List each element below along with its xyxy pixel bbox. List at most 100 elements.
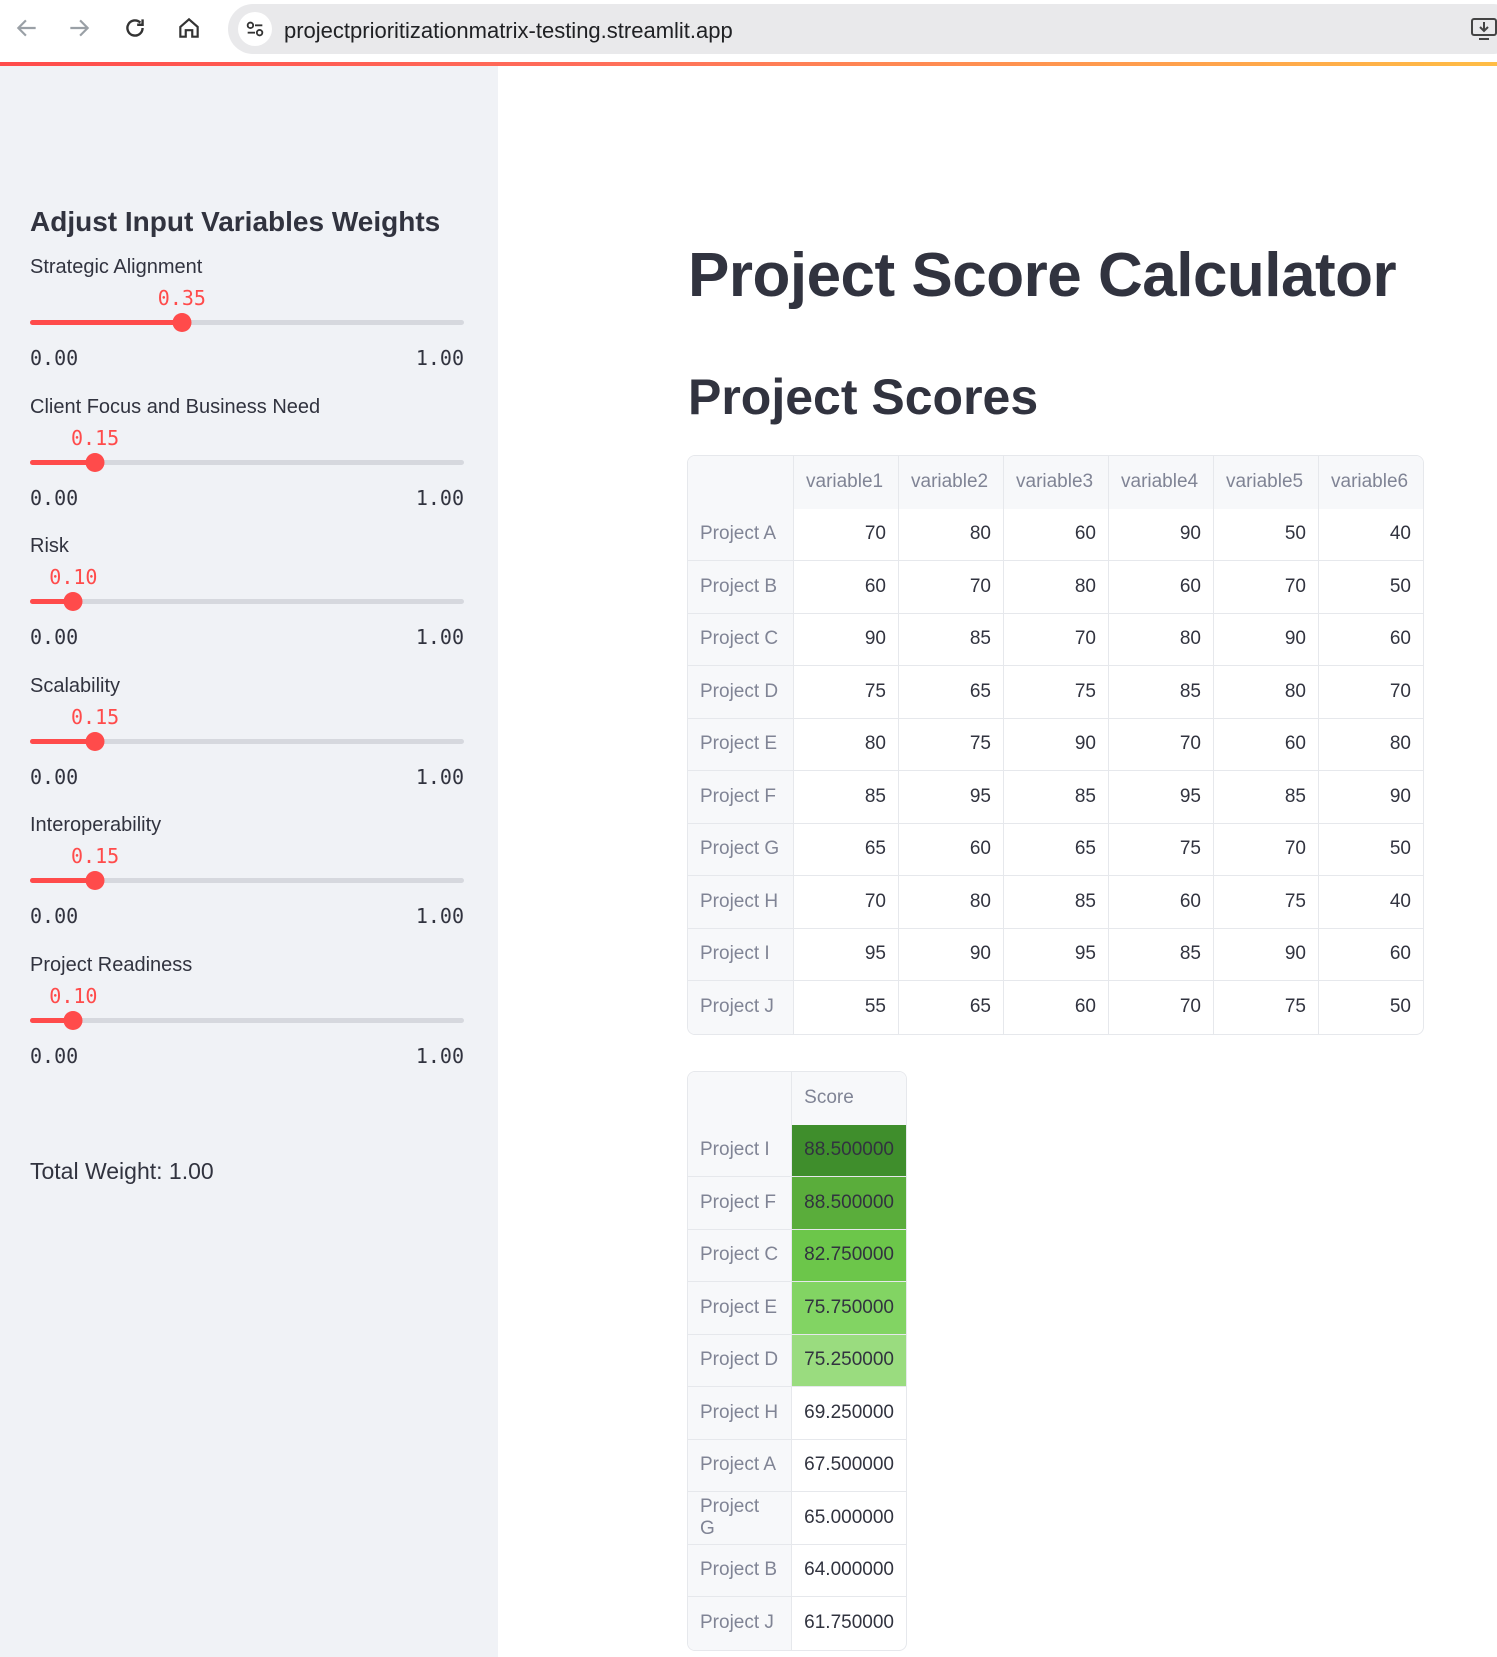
table-cell[interactable]: 60 bbox=[1109, 561, 1214, 614]
table-cell[interactable]: 75 bbox=[794, 666, 899, 719]
slider-track[interactable] bbox=[30, 1018, 464, 1023]
slider-thumb[interactable] bbox=[63, 592, 83, 611]
slider-thumb[interactable] bbox=[85, 453, 105, 472]
score-cell[interactable]: 65.000000 bbox=[792, 1492, 906, 1545]
table-cell[interactable]: 70 bbox=[1214, 561, 1319, 614]
table-cell[interactable]: 70 bbox=[794, 508, 899, 561]
table-cell[interactable]: 80 bbox=[899, 508, 1004, 561]
column-header[interactable]: variable5 bbox=[1214, 456, 1319, 509]
table-cell[interactable]: 95 bbox=[1109, 771, 1214, 824]
table-cell[interactable]: 90 bbox=[1214, 613, 1319, 666]
weight-slider[interactable]: Strategic Alignment 0.35 0.00 1.00 bbox=[30, 256, 464, 376]
weight-slider[interactable]: Interoperability 0.15 0.00 1.00 bbox=[30, 814, 464, 934]
table-cell[interactable]: 65 bbox=[794, 823, 899, 876]
table-cell[interactable]: 40 bbox=[1319, 876, 1423, 929]
index-header[interactable] bbox=[688, 1072, 793, 1125]
table-cell[interactable]: 75 bbox=[1109, 823, 1214, 876]
table-cell[interactable]: 70 bbox=[1109, 718, 1214, 771]
slider-thumb[interactable] bbox=[63, 1011, 83, 1030]
table-cell[interactable]: 75 bbox=[1214, 981, 1319, 1034]
table-cell[interactable]: 95 bbox=[1004, 928, 1109, 981]
score-header[interactable]: Score bbox=[792, 1072, 906, 1125]
table-cell[interactable]: 95 bbox=[794, 928, 899, 981]
score-cell[interactable]: 88.500000 bbox=[792, 1124, 906, 1177]
table-cell[interactable]: 70 bbox=[1109, 981, 1214, 1034]
table-cell[interactable]: 70 bbox=[1319, 666, 1423, 719]
table-cell[interactable]: 90 bbox=[899, 928, 1004, 981]
forward-button[interactable] bbox=[61, 10, 97, 46]
table-cell[interactable]: 80 bbox=[1319, 719, 1423, 771]
score-cell[interactable]: 75.750000 bbox=[792, 1282, 906, 1335]
table-cell[interactable]: 60 bbox=[1319, 614, 1423, 666]
table-cell[interactable]: 70 bbox=[794, 876, 899, 929]
slider-thumb[interactable] bbox=[85, 871, 105, 890]
table-cell[interactable]: 40 bbox=[1319, 509, 1423, 561]
column-header[interactable]: variable3 bbox=[1004, 456, 1109, 509]
column-header[interactable]: variable1 bbox=[794, 456, 899, 509]
weight-slider[interactable]: Risk 0.10 0.00 1.00 bbox=[30, 535, 464, 655]
table-cell[interactable]: 95 bbox=[899, 771, 1004, 824]
back-button[interactable] bbox=[9, 10, 45, 46]
table-cell[interactable]: 60 bbox=[1004, 981, 1109, 1034]
table-cell[interactable]: 50 bbox=[1214, 508, 1319, 561]
table-cell[interactable]: 75 bbox=[1214, 876, 1319, 929]
site-info-button[interactable] bbox=[238, 12, 272, 46]
table-cell[interactable]: 65 bbox=[899, 666, 1004, 719]
table-cell[interactable]: 85 bbox=[1109, 928, 1214, 981]
home-button[interactable] bbox=[171, 10, 207, 46]
table-cell[interactable]: 80 bbox=[1004, 561, 1109, 614]
table-cell[interactable]: 80 bbox=[794, 718, 899, 771]
table-cell[interactable]: 70 bbox=[1214, 823, 1319, 876]
table-cell[interactable]: 60 bbox=[794, 561, 899, 614]
table-cell[interactable]: 90 bbox=[1109, 508, 1214, 561]
table-cell[interactable]: 80 bbox=[1214, 666, 1319, 719]
column-header[interactable]: variable4 bbox=[1109, 456, 1214, 509]
table-cell[interactable]: 60 bbox=[1004, 508, 1109, 561]
variables-table[interactable]: variable1 variable2 variable3 variable4 vari… bbox=[687, 455, 1424, 1035]
table-cell[interactable]: 85 bbox=[1109, 666, 1214, 719]
table-cell[interactable]: 90 bbox=[1214, 928, 1319, 981]
table-cell[interactable]: 50 bbox=[1319, 561, 1423, 614]
slider-track[interactable] bbox=[30, 320, 464, 325]
table-cell[interactable]: 55 bbox=[794, 981, 899, 1034]
table-cell[interactable]: 70 bbox=[899, 561, 1004, 614]
table-cell[interactable]: 90 bbox=[794, 613, 899, 666]
reload-button[interactable] bbox=[117, 10, 153, 46]
index-header[interactable] bbox=[688, 456, 794, 509]
table-cell[interactable]: 50 bbox=[1319, 981, 1423, 1034]
score-cell[interactable]: 67.500000 bbox=[792, 1440, 906, 1492]
table-cell[interactable]: 75 bbox=[1004, 666, 1109, 719]
weight-slider[interactable]: Scalability 0.15 0.00 1.00 bbox=[30, 675, 464, 795]
slider-thumb[interactable] bbox=[172, 313, 192, 332]
slider-thumb[interactable] bbox=[85, 732, 105, 751]
url-text[interactable]: projectprioritizationmatrix-testing.stre… bbox=[284, 18, 733, 44]
table-cell[interactable]: 60 bbox=[899, 823, 1004, 876]
score-table[interactable]: Score Project I 88.500000 Project F 88.5000… bbox=[687, 1071, 907, 1651]
table-cell[interactable]: 60 bbox=[1109, 876, 1214, 929]
slider-track[interactable] bbox=[30, 599, 464, 604]
table-cell[interactable]: 65 bbox=[1004, 823, 1109, 876]
score-cell[interactable]: 88.500000 bbox=[792, 1177, 906, 1230]
score-cell[interactable]: 64.000000 bbox=[792, 1545, 906, 1597]
column-header[interactable]: variable2 bbox=[899, 456, 1004, 509]
weight-slider[interactable]: Client Focus and Business Need 0.15 0.00 1.… bbox=[30, 396, 464, 516]
table-cell[interactable]: 50 bbox=[1319, 824, 1423, 876]
table-cell[interactable]: 85 bbox=[1214, 771, 1319, 824]
table-cell[interactable]: 90 bbox=[1319, 771, 1423, 824]
table-cell[interactable]: 60 bbox=[1319, 929, 1423, 981]
score-cell[interactable]: 61.750000 bbox=[792, 1597, 906, 1650]
weight-slider[interactable]: Project Readiness 0.10 0.00 1.00 bbox=[30, 954, 464, 1074]
table-cell[interactable]: 75 bbox=[899, 718, 1004, 771]
table-cell[interactable]: 85 bbox=[794, 771, 899, 824]
address-bar[interactable]: projectprioritizationmatrix-testing.stre… bbox=[228, 4, 1497, 54]
table-cell[interactable]: 85 bbox=[899, 613, 1004, 666]
column-header[interactable]: variable6 bbox=[1319, 456, 1423, 509]
table-cell[interactable]: 85 bbox=[1004, 771, 1109, 824]
table-cell[interactable]: 80 bbox=[1109, 613, 1214, 666]
table-cell[interactable]: 70 bbox=[1004, 613, 1109, 666]
score-cell[interactable]: 75.250000 bbox=[792, 1334, 906, 1387]
score-cell[interactable]: 82.750000 bbox=[792, 1229, 906, 1282]
table-cell[interactable]: 80 bbox=[899, 876, 1004, 929]
table-cell[interactable]: 90 bbox=[1004, 718, 1109, 771]
table-cell[interactable]: 60 bbox=[1214, 718, 1319, 771]
